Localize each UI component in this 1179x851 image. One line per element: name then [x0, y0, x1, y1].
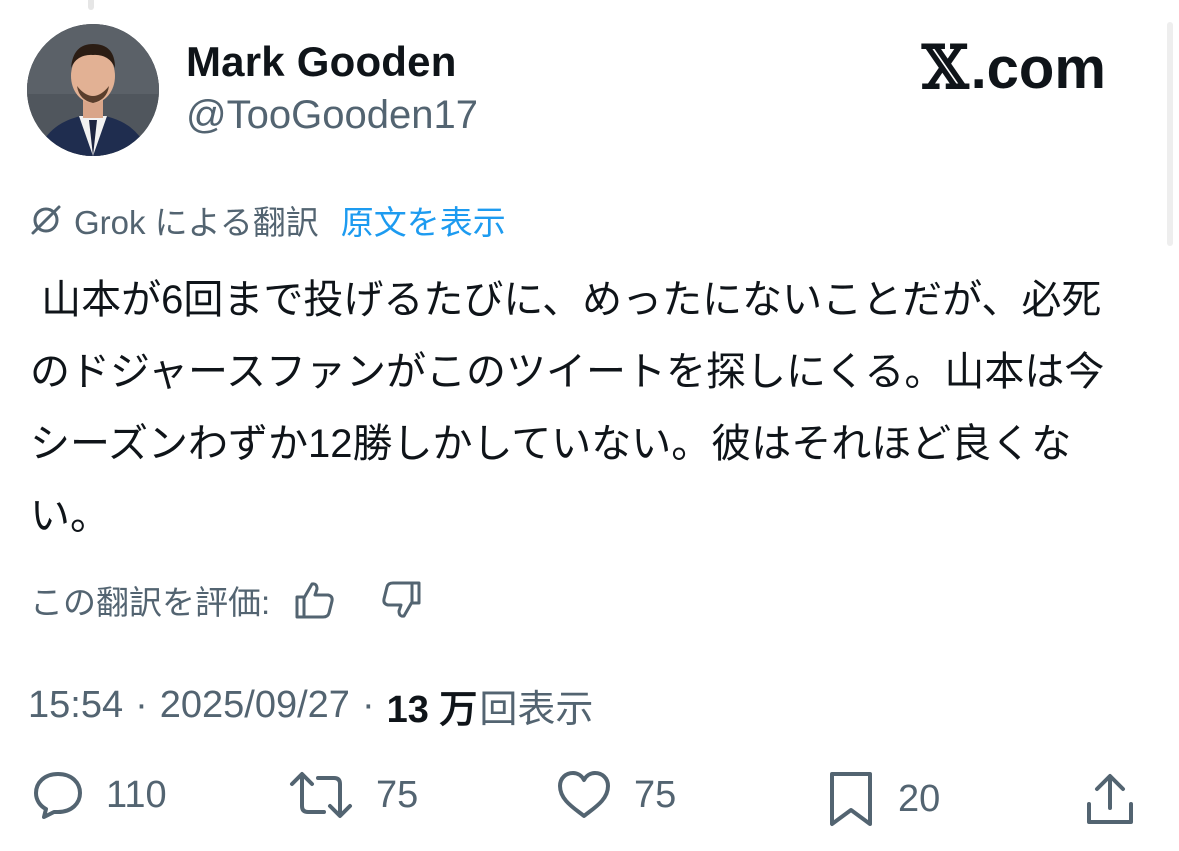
tweet-meta: 15:54 · 2025/09/27 · 13 万 回表示 [28, 678, 593, 733]
thumbs-down-icon[interactable] [380, 580, 422, 620]
rate-translation: この翻訳を評価: [30, 576, 422, 624]
rate-label: この翻訳を評価: [30, 584, 271, 621]
tweet-text: 山本が6回まで投げるたびに、めったにないことだが、必死のドジャースファンがこのツ… [30, 278, 1105, 538]
repost-button[interactable]: 75 [288, 770, 418, 820]
thumbs-up-icon[interactable] [294, 580, 336, 620]
xcom-logo-text: .com [970, 35, 1106, 101]
translation-bar: Grok による翻訳 原文を表示 [28, 196, 506, 244]
heart-icon [558, 771, 610, 818]
author-handle[interactable]: @TooGooden17 [186, 93, 478, 138]
views-count: 13 万 [386, 689, 478, 731]
share-icon [1087, 774, 1133, 824]
author-name[interactable]: Mark Gooden [186, 38, 457, 86]
views-label: 回表示 [479, 689, 594, 731]
xcom-logo: 𝕏 .com [922, 33, 1106, 103]
reply-count: 110 [106, 773, 167, 816]
x-logo-icon: 𝕏 [922, 33, 969, 103]
bookmark-button[interactable]: 20 [826, 770, 940, 828]
grok-icon [31, 205, 61, 235]
repost-icon [290, 772, 352, 818]
tweet-time[interactable]: 15:54 [28, 684, 123, 727]
meta-separator: · [361, 684, 375, 726]
bookmark-icon [830, 772, 872, 826]
avatar-photo [27, 24, 159, 156]
reply-button[interactable]: 110 [32, 770, 167, 820]
tweet-date[interactable]: 2025/09/27 [160, 684, 350, 727]
meta-separator: · [135, 684, 148, 726]
share-button[interactable] [1084, 772, 1136, 833]
top-grabber [88, 0, 94, 10]
translation-label: Grok による翻訳 [74, 204, 319, 241]
like-count: 75 [634, 773, 677, 816]
bookmark-count: 20 [898, 777, 941, 820]
scrollbar[interactable] [1167, 22, 1173, 246]
like-button[interactable]: 75 [556, 770, 676, 820]
repost-count: 75 [376, 773, 419, 816]
avatar[interactable] [27, 24, 159, 156]
show-original-link[interactable]: 原文を表示 [341, 196, 506, 244]
reply-icon [34, 772, 82, 819]
